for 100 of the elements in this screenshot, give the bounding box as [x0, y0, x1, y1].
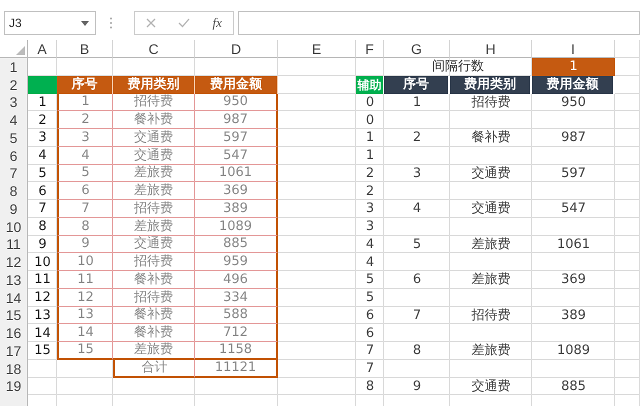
table-cell-text: 2	[37, 112, 48, 129]
table-cell: 597	[195, 129, 278, 147]
table-cell-text: 597	[560, 164, 587, 182]
table-cell-text: 7	[364, 342, 376, 360]
table-cell: 差旅费	[113, 218, 195, 236]
table-cell-text: 交通费	[470, 378, 512, 396]
table-cell: 9	[57, 236, 113, 254]
table-cell: 交通费	[113, 129, 195, 147]
table-cell-text: 差旅费	[470, 271, 512, 289]
table-cell-text: 3	[37, 129, 48, 147]
table-cell-text: 5	[37, 164, 48, 182]
table-cell-text: 9	[37, 236, 48, 254]
table-cell: 3	[57, 129, 113, 147]
table-cell: 招待费	[113, 200, 195, 218]
table-cell: 369	[195, 182, 278, 200]
row-header[interactable]: 1	[0, 58, 28, 76]
table-cell-text: 7	[412, 306, 422, 324]
table-cell: 1	[57, 94, 113, 112]
table-cell-text: 1089	[556, 342, 592, 360]
table-cell-text: 2	[412, 129, 422, 147]
table-cell-text: 5	[364, 289, 376, 306]
name-box[interactable]: J3	[4, 11, 96, 35]
column-title: 费用类别	[113, 76, 195, 94]
row-header[interactable]: 10	[0, 218, 28, 236]
caret-icon[interactable]	[81, 20, 89, 26]
table-cell-text: 间隔行数	[431, 58, 485, 76]
table-cell-text: 3	[412, 164, 422, 182]
row-header[interactable]: 15	[0, 306, 28, 324]
column-header[interactable]: F	[356, 40, 384, 58]
select-all-icon[interactable]	[16, 46, 25, 55]
row-header[interactable]: 5	[0, 129, 28, 147]
cancel-icon[interactable]	[146, 18, 156, 28]
table-cell-text: 13	[33, 306, 52, 324]
row-header[interactable]: 9	[0, 200, 28, 218]
table-cell: 5	[57, 164, 113, 182]
table-cell-text: 交通费	[470, 200, 512, 218]
table-cell-text: 369	[560, 271, 587, 289]
table-cell: 1	[532, 58, 615, 76]
column-header[interactable]: C	[113, 40, 195, 58]
column-header[interactable]: I	[532, 40, 615, 58]
row-header[interactable]: 4	[0, 111, 28, 129]
column-header[interactable]: G	[384, 40, 450, 58]
column-title: 序号	[57, 76, 113, 94]
table-cell: 950	[195, 94, 278, 112]
column-header[interactable]: H	[450, 40, 532, 58]
table-cell-text: 2	[364, 164, 376, 182]
table-cell-text: 2	[364, 182, 376, 200]
table-cell-text: 差旅费	[470, 236, 512, 254]
table-cell: 1061	[195, 164, 278, 182]
table-cell-text: 招待费	[470, 306, 512, 324]
drag-handle-icon[interactable]	[110, 17, 112, 29]
table-cell: 餐补费	[113, 306, 195, 324]
table-cell-text: 4	[364, 236, 376, 254]
table-cell: 12	[57, 288, 113, 306]
table-cell: 588	[195, 306, 278, 324]
table-cell: 13	[57, 306, 113, 324]
table-cell: 712	[195, 324, 278, 342]
row-header[interactable]: 7	[0, 164, 28, 182]
column-header[interactable]: A	[28, 40, 57, 58]
row-header[interactable]: 17	[0, 342, 28, 360]
row-header[interactable]: 16	[0, 324, 28, 342]
column-title: 辅助	[356, 76, 384, 94]
row-header[interactable]: 6	[0, 146, 28, 164]
column-header[interactable]: B	[57, 40, 113, 58]
table-cell: 4	[57, 146, 113, 164]
row-header[interactable]: 3	[0, 94, 28, 112]
column-header[interactable]: E	[278, 40, 356, 58]
column-title: 费用类别	[450, 76, 532, 94]
table-cell: 334	[195, 288, 278, 306]
table-cell-text: 4	[364, 254, 376, 271]
table-cell-text: 9	[412, 378, 422, 396]
table-cell-text: 547	[560, 200, 587, 218]
table-cell-text: 987	[560, 129, 587, 147]
table-cell-text: 8	[364, 378, 376, 396]
check-icon[interactable]	[178, 18, 190, 28]
table-cell-text: 1	[412, 94, 422, 112]
table-cell-text: 3	[364, 218, 376, 236]
column-header[interactable]: D	[195, 40, 278, 58]
row-header[interactable]: 8	[0, 182, 28, 200]
table-cell-text: 1	[37, 94, 48, 112]
insert-function-button[interactable]: fx	[212, 15, 222, 31]
table-cell-text: 0	[364, 94, 376, 112]
row-header[interactable]: 11	[0, 236, 28, 254]
table-cell-text: 8	[412, 342, 422, 360]
row-header[interactable]: 12	[0, 253, 28, 271]
formula-input[interactable]	[238, 11, 640, 35]
table-cell-text: 11	[33, 271, 52, 289]
column-title: 费用金额	[532, 76, 615, 94]
table-cell-text: 差旅费	[470, 342, 512, 360]
table-cell: 1089	[195, 218, 278, 236]
row-header[interactable]: 13	[0, 271, 28, 289]
table-cell: 餐补费	[113, 271, 195, 289]
table-cell-text: 1	[364, 147, 376, 164]
table-cell-text: 5	[412, 236, 422, 254]
table-cell: 11	[57, 271, 113, 289]
table-cell-text: 6	[364, 324, 376, 342]
row-header[interactable]: 2	[0, 76, 28, 94]
row-header[interactable]: 14	[0, 288, 28, 306]
row-header[interactable]: 19	[0, 378, 28, 396]
row-header[interactable]: 18	[0, 360, 28, 378]
